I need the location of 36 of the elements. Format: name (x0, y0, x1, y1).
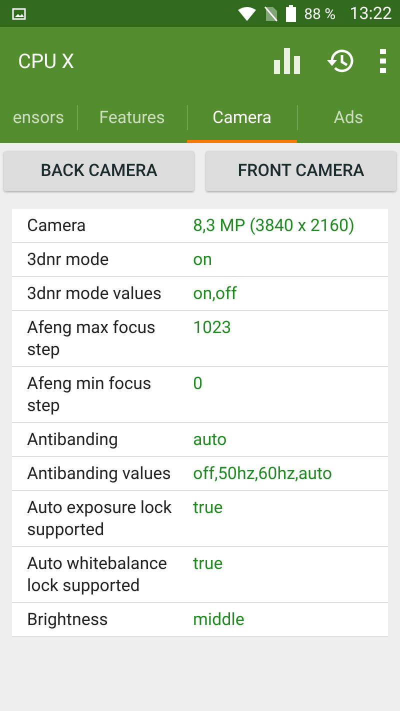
image-icon (12, 8, 26, 20)
property-value: auto (193, 429, 228, 451)
property-value: middle (193, 609, 246, 631)
more-options-icon[interactable] (380, 49, 386, 73)
property-value: true (193, 497, 224, 520)
property-name: Antibanding (27, 429, 120, 451)
property-value: on (193, 249, 214, 271)
history-icon[interactable] (326, 48, 354, 74)
clock: 13:22 (350, 4, 392, 24)
property-name: Afeng max focus step (27, 317, 156, 361)
property-name: Auto whitebalance lock supported (27, 553, 168, 597)
tab[interactable]: Camera (187, 95, 297, 143)
camera-button[interactable]: BACK CAMERA (4, 151, 194, 191)
property-name: Brightness (27, 609, 109, 631)
app-title: CPU X (18, 49, 74, 73)
property-value: true (193, 553, 224, 576)
property-value: 1023 (193, 317, 232, 340)
property-value: off,50hz,60hz,auto (193, 463, 334, 485)
property-value: on,off (193, 283, 238, 305)
property-name: Afeng min focus step (27, 373, 152, 417)
property-name: Antibanding values (27, 463, 172, 485)
battery-icon (286, 5, 296, 22)
property-name: Auto exposure lock supported (27, 497, 173, 541)
property-name: 3dnr mode (27, 249, 110, 271)
camera-button[interactable]: FRONT CAMERA (206, 151, 396, 191)
wifi-icon (238, 6, 256, 20)
battery-percentage: 88 % (304, 4, 336, 22)
property-value: 0 (193, 373, 204, 396)
property-name: 3dnr mode values (27, 283, 163, 305)
tab[interactable]: Features (77, 95, 187, 143)
property-value: 8,3 MP (3840 x 2160) (193, 215, 356, 237)
tab[interactable]: ensors (0, 95, 77, 143)
no-sim-icon (264, 6, 278, 22)
tab[interactable]: Ads (297, 95, 400, 143)
property-name: Camera (27, 215, 87, 237)
bar-chart-icon[interactable] (274, 48, 300, 74)
